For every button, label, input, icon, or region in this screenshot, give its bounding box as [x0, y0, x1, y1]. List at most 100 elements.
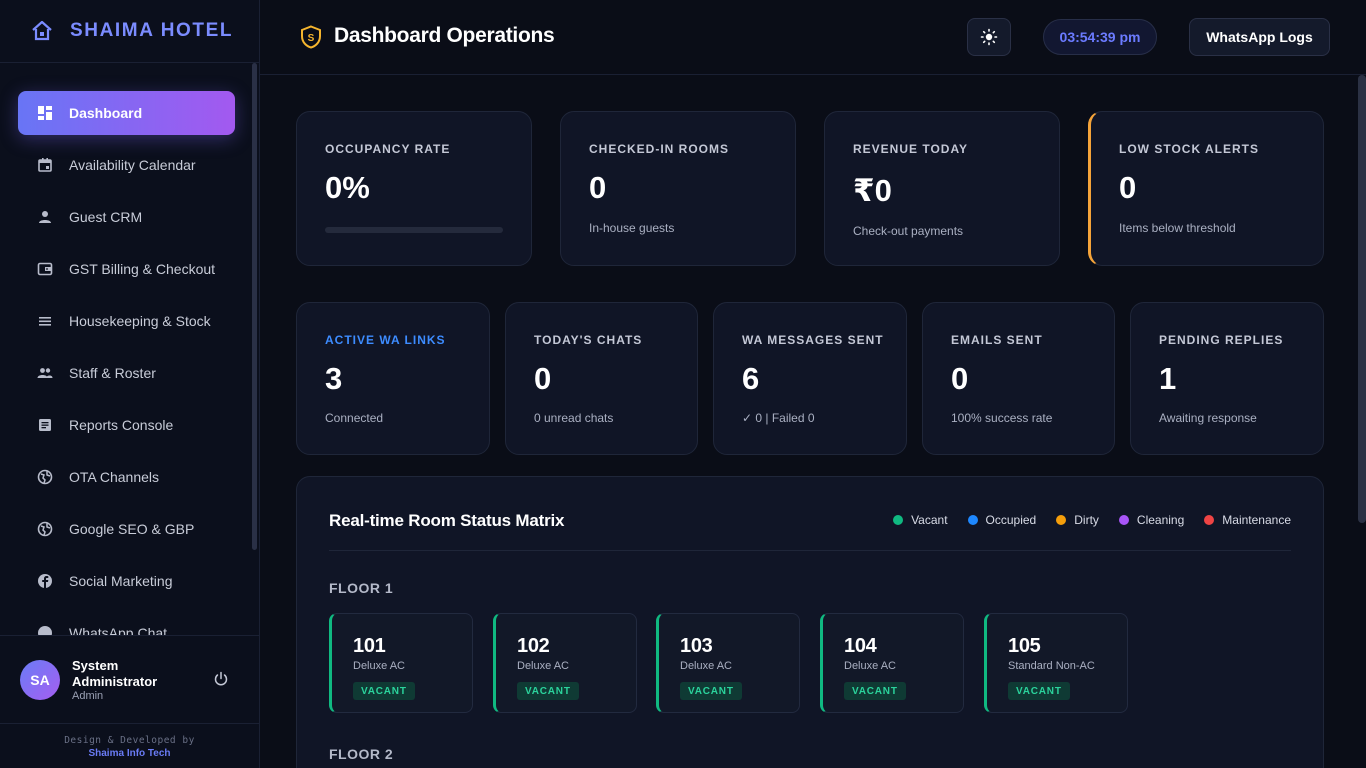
user-name: System Administrator: [72, 658, 158, 689]
sidebar-item-staff[interactable]: Staff & Roster: [18, 351, 235, 395]
sidebar-item-label: WhatsApp Chat: [69, 625, 168, 635]
home-icon: [32, 20, 52, 41]
globe-icon: [37, 469, 53, 485]
person-icon: [39, 211, 51, 223]
dashboard-icon: [38, 106, 52, 120]
sidebar-scrollbar[interactable]: [252, 63, 257, 550]
sidebar-item-social[interactable]: Social Marketing: [18, 559, 235, 603]
stat-card-wa-messages: WA MESSAGES SENT 6 ✓ 0 | Failed 0: [713, 302, 907, 455]
room-number: 101: [353, 635, 386, 657]
sidebar-item-housekeeping[interactable]: Housekeeping & Stock: [18, 299, 235, 343]
room-status-badge: VACANT: [1008, 682, 1070, 700]
legend-dot: [893, 515, 904, 525]
credit-company[interactable]: Shaima Info Tech: [0, 747, 259, 760]
stat-value: 0: [1119, 170, 1137, 205]
calendar-icon: [38, 158, 52, 172]
stat-card-low-stock: LOW STOCK ALERTS 0 Items below threshold: [1088, 111, 1324, 266]
stat-label: LOW STOCK ALERTS: [1119, 142, 1259, 156]
sidebar-item-label: Social Marketing: [69, 573, 173, 589]
stat-sub: ✓ 0 | Failed 0: [742, 411, 815, 425]
legend-dot: [967, 515, 978, 525]
whatsapp-logs-button[interactable]: WhatsApp Logs: [1189, 18, 1330, 56]
stat-sub: Check-out payments: [853, 224, 964, 238]
sidebar-item-calendar[interactable]: Availability Calendar: [18, 143, 235, 187]
sidebar: SHAIMA HOTEL Dashboard Availability Cale…: [0, 0, 260, 768]
divider: [329, 550, 1291, 551]
sidebar-item-billing[interactable]: GST Billing & Checkout: [18, 247, 235, 291]
room-card[interactable]: 102 Deluxe AC VACANT: [493, 613, 637, 713]
legend-label: Vacant: [911, 513, 948, 527]
sidebar-nav: Dashboard Availability Calendar Guest CR…: [0, 63, 259, 635]
stat-value: 0: [534, 361, 552, 396]
globe-icon: [37, 521, 53, 537]
room-type: Deluxe AC: [353, 660, 405, 672]
room-card[interactable]: 103 Deluxe AC VACANT: [656, 613, 800, 713]
stat-label: EMAILS SENT: [951, 333, 1043, 347]
sidebar-item-guest-crm[interactable]: Guest CRM: [18, 195, 235, 239]
sidebar-item-ota[interactable]: OTA Channels: [18, 455, 235, 499]
stat-label: CHECKED-IN ROOMS: [589, 142, 730, 156]
main-scrollbar[interactable]: [1358, 75, 1366, 523]
status-legend: Vacant Occupied Dirty Cleaning Maintenan…: [893, 513, 1291, 527]
stat-sub: Connected: [325, 411, 384, 425]
sidebar-item-label: Guest CRM: [69, 209, 143, 225]
legend-dot: [1118, 515, 1129, 525]
stat-card-revenue: REVENUE TODAY ₹0 Check-out payments: [824, 111, 1060, 266]
sidebar-item-label: Reports Console: [69, 417, 174, 433]
sidebar-item-reports[interactable]: Reports Console: [18, 403, 235, 447]
theme-toggle-button[interactable]: [967, 18, 1011, 56]
sidebar-item-dashboard[interactable]: Dashboard: [18, 91, 235, 135]
room-number: 105: [1008, 635, 1041, 657]
sun-icon: [980, 28, 998, 46]
stat-value: 0%: [325, 170, 370, 205]
legend-label: Occupied: [985, 513, 1037, 527]
matrix-title: Real-time Room Status Matrix: [329, 511, 565, 530]
stat-sub: Items below threshold: [1119, 221, 1236, 235]
sidebar-item-label: OTA Channels: [69, 469, 160, 485]
room-card[interactable]: 104 Deluxe AC VACANT: [820, 613, 964, 713]
stat-value: 6: [742, 361, 760, 396]
wallet-icon: [37, 262, 53, 276]
sidebar-item-label: GST Billing & Checkout: [69, 261, 216, 277]
stat-label: WA MESSAGES SENT: [742, 333, 884, 347]
room-number: 103: [680, 635, 713, 657]
credit-line: Design & Developed by: [64, 735, 195, 746]
stat-card-wa-links: ACTIVE WA LINKS 3 Connected: [296, 302, 490, 455]
room-status-badge: VACANT: [517, 682, 579, 700]
header: S Dashboard Operations 03:54:39 pm Whats…: [260, 0, 1366, 75]
floor-label: FLOOR 1: [329, 580, 394, 596]
power-icon[interactable]: [213, 671, 229, 687]
legend-maintenance: Maintenance: [1204, 513, 1291, 527]
legend-label: Maintenance: [1222, 513, 1291, 527]
stat-card-occupancy: OCCUPANCY RATE 0%: [296, 111, 532, 266]
stat-value: 0: [589, 170, 607, 205]
sidebar-item-whatsapp[interactable]: WhatsApp Chat: [18, 611, 235, 635]
stat-value: 0: [951, 361, 969, 396]
stat-label: OCCUPANCY RATE: [325, 142, 451, 156]
sidebar-item-label: Google SEO & GBP: [69, 521, 195, 537]
room-card[interactable]: 101 Deluxe AC VACANT: [329, 613, 473, 713]
room-status-badge: VACANT: [680, 682, 742, 700]
stat-sub: 0 unread chats: [534, 411, 614, 425]
room-type: Deluxe AC: [517, 660, 569, 672]
legend-label: Cleaning: [1136, 513, 1185, 527]
svg-text:S: S: [308, 33, 315, 44]
avatar[interactable]: SA: [20, 660, 60, 700]
report-icon: [39, 419, 51, 431]
room-card[interactable]: 105 Standard Non-AC VACANT: [984, 613, 1128, 713]
brand-name: SHAIMA HOTEL: [70, 20, 234, 41]
stat-card-chats: TODAY'S CHATS 0 0 unread chats: [505, 302, 698, 455]
sidebar-item-seo[interactable]: Google SEO & GBP: [18, 507, 235, 551]
stat-value: 3: [325, 361, 343, 396]
credit: Design & Developed by Shaima Info Tech: [0, 723, 259, 768]
brand[interactable]: SHAIMA HOTEL: [0, 0, 259, 63]
legend-dirty: Dirty: [1056, 513, 1099, 527]
shield-logo-icon: S: [301, 25, 321, 49]
legend-cleaning: Cleaning: [1118, 513, 1185, 527]
stat-card-checked-in: CHECKED-IN ROOMS 0 In-house guests: [560, 111, 796, 266]
sidebar-item-label: Housekeeping & Stock: [69, 313, 211, 329]
stat-card-pending-replies: PENDING REPLIES 1 Awaiting response: [1130, 302, 1324, 455]
occupancy-progress-bar: [325, 227, 503, 233]
room-status-matrix: Real-time Room Status Matrix Vacant Occu…: [296, 476, 1324, 768]
user-panel: SA System Administrator Admin: [0, 635, 259, 723]
